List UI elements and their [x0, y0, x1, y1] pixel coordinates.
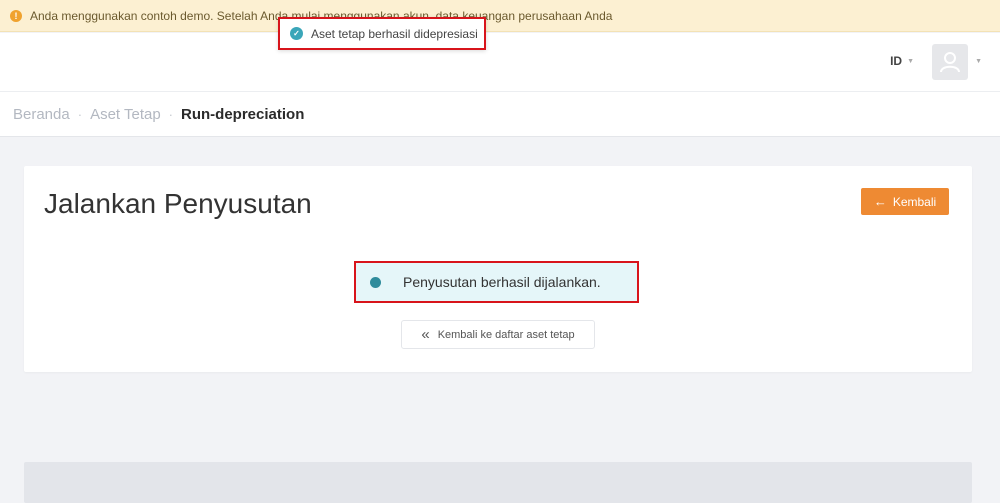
- breadcrumb-fixed-assets[interactable]: Aset Tetap: [90, 106, 161, 123]
- breadcrumb-separator: ·: [168, 106, 174, 122]
- breadcrumb-home[interactable]: Beranda: [13, 106, 70, 123]
- success-toast: ✓ Aset tetap berhasil didepresiasi: [278, 17, 486, 50]
- warning-icon: !: [10, 9, 22, 22]
- demo-banner: ! Anda menggunakan contoh demo. Setelah …: [0, 0, 1000, 32]
- page-title: Jalankan Penyusutan: [44, 188, 312, 219]
- back-button[interactable]: ← Kembali: [861, 188, 949, 215]
- arrow-left-icon: ←: [873, 194, 887, 209]
- avatar[interactable]: [932, 44, 968, 80]
- breadcrumb: Beranda · Aset Tetap · Run-depreciation: [0, 91, 1000, 137]
- depreciation-card: Jalankan Penyusutan ← Kembali Penyusutan…: [24, 166, 972, 372]
- user-icon: [940, 52, 960, 73]
- success-alert-text: Penyusutan berhasil dijalankan.: [403, 274, 601, 290]
- bottom-panel: [24, 462, 972, 503]
- chevron-down-icon: ▼: [907, 57, 914, 65]
- top-navbar: ID ▼ ▼: [0, 33, 1000, 91]
- breadcrumb-separator: ·: [77, 106, 83, 122]
- avatar-chevron-down-icon[interactable]: ▼: [975, 58, 982, 65]
- language-label: ID: [890, 54, 903, 68]
- toast-text: Aset tetap berhasil didepresiasi: [311, 26, 478, 41]
- double-chevron-left-icon: «: [421, 326, 430, 343]
- back-to-asset-list-button[interactable]: « Kembali ke daftar aset tetap: [401, 320, 595, 349]
- back-button-label: Kembali: [892, 194, 937, 209]
- back-to-asset-list-label: Kembali ke daftar aset tetap: [437, 328, 575, 341]
- breadcrumb-current: Run-depreciation: [181, 105, 305, 123]
- check-circle-icon: ✓: [290, 27, 303, 40]
- success-alert: Penyusutan berhasil dijalankan.: [354, 261, 639, 303]
- info-dot-icon: [370, 276, 381, 288]
- language-selector[interactable]: ID ▼: [890, 54, 914, 68]
